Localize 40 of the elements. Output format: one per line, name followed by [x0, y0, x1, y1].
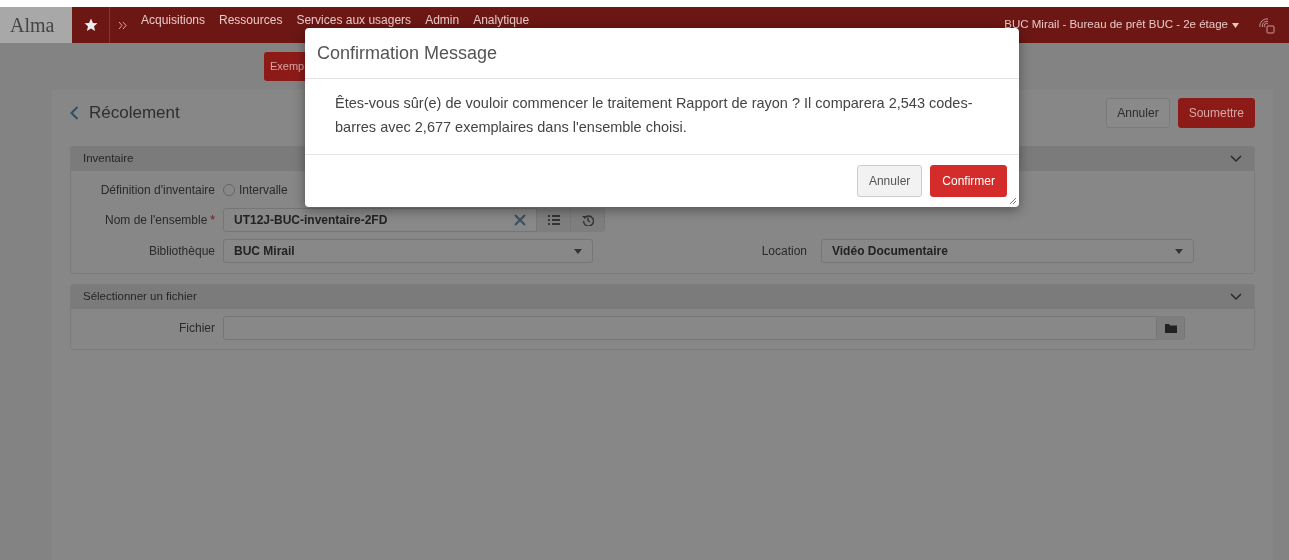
page-title: Récolement — [89, 102, 180, 125]
double-chevron-icon[interactable] — [118, 20, 127, 30]
dropdown-caret-icon[interactable] — [1175, 248, 1183, 254]
caret-icon[interactable] — [1232, 22, 1239, 28]
back-icon[interactable] — [70, 106, 79, 120]
set-name-field[interactable]: UT12J-BUC-inventaire-2FD — [223, 208, 605, 232]
dialog-message: Êtes-vous sûr(e) de vouloir commencer le traitement Rapport de rayon ? Il comparera 2,543 codes-barres avec 2,677 exemplaires dans l'ensemble choisi. — [335, 94, 974, 137]
cancel-button[interactable]: Annuler — [1106, 98, 1170, 128]
section-title: Sélectionner un fichier — [83, 289, 197, 305]
logo[interactable]: Alma — [0, 7, 72, 43]
field-label: Location — [761, 243, 807, 260]
field-label: Définition d'inventaire — [99, 182, 216, 199]
menu-item[interactable]: Ressources — [219, 7, 283, 29]
chevron-down-icon[interactable] — [1230, 293, 1242, 301]
submit-button[interactable]: Soumettre — [1177, 98, 1255, 128]
star-icon[interactable] — [83, 18, 98, 32]
field-label: Nom de l'ensemble — [105, 212, 209, 229]
radio-icon[interactable] — [223, 184, 235, 196]
cancel-button[interactable]: Annuler — [856, 164, 923, 197]
history-icon[interactable] — [581, 214, 594, 226]
required-marker: * — [210, 212, 215, 229]
chevron-down-icon[interactable] — [1230, 155, 1242, 163]
radio-option[interactable]: Intervalle — [223, 181, 288, 199]
folder-icon[interactable] — [1164, 323, 1177, 333]
menu-item[interactable]: Acquisitions — [141, 7, 206, 29]
clear-icon[interactable] — [514, 214, 526, 226]
location-select[interactable]: Vidéo Documentaire — [821, 239, 1194, 263]
field-label: Bibliothèque — [147, 243, 216, 260]
menu-item[interactable]: Admin — [425, 7, 460, 29]
menu-item[interactable]: Analytique — [473, 7, 530, 29]
field-label: Fichier — [178, 320, 216, 337]
file-field[interactable] — [223, 316, 1185, 340]
menu-item[interactable]: Services aux usagers — [296, 7, 412, 29]
location-selector[interactable]: BUC Mirail - Bureau de prêt BUC - 2e étage — [1004, 16, 1228, 34]
confirm-button[interactable]: Confirmer — [930, 164, 1007, 197]
section-title: Inventaire — [83, 151, 134, 167]
dropdown-caret-icon[interactable] — [574, 248, 582, 254]
resize-grip-icon[interactable] — [1010, 198, 1016, 204]
library-select[interactable]: BUC Mirail — [223, 239, 593, 263]
list-icon[interactable] — [547, 215, 560, 225]
